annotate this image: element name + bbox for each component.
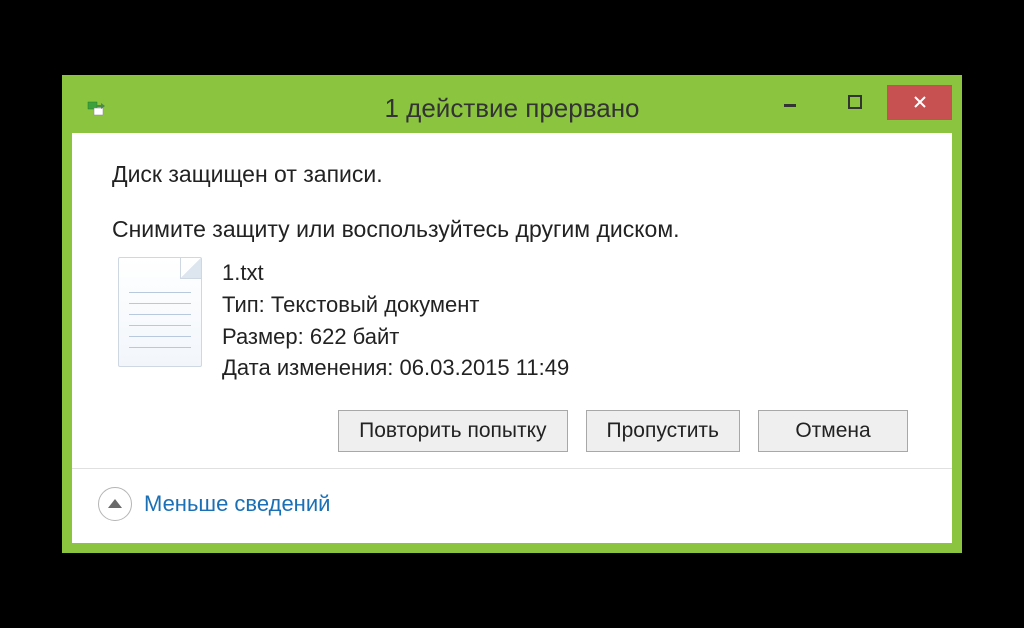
close-button[interactable] (887, 85, 952, 120)
less-details-link[interactable]: Меньше сведений (144, 491, 330, 517)
maximize-button[interactable] (822, 85, 887, 120)
primary-message: Диск защищен от записи. (112, 161, 912, 188)
text-file-icon (118, 257, 202, 367)
dialog-footer: Меньше сведений (72, 468, 952, 543)
button-row: Повторить попытку Пропустить Отмена (112, 410, 912, 452)
cancel-button[interactable]: Отмена (758, 410, 908, 452)
window-controls (757, 85, 952, 133)
file-size: Размер: 622 байт (222, 321, 569, 353)
file-metadata: 1.txt Тип: Текстовый документ Размер: 62… (222, 257, 569, 385)
titlebar: 1 действие прервано (72, 85, 952, 133)
file-info-row: 1.txt Тип: Текстовый документ Размер: 62… (118, 257, 912, 385)
retry-button[interactable]: Повторить попытку (338, 410, 567, 452)
file-name: 1.txt (222, 257, 569, 289)
file-modified: Дата изменения: 06.03.2015 11:49 (222, 352, 569, 384)
secondary-message: Снимите защиту или воспользуйтесь другим… (112, 216, 912, 243)
collapse-details-button[interactable] (98, 487, 132, 521)
minimize-button[interactable] (757, 85, 822, 120)
copy-operation-icon (86, 98, 108, 120)
dialog-window: 1 действие прервано Диск защищен от запи… (62, 75, 962, 554)
skip-button[interactable]: Пропустить (586, 410, 741, 452)
dialog-body: Диск защищен от записи. Снимите защиту и… (72, 133, 952, 469)
file-type: Тип: Текстовый документ (222, 289, 569, 321)
chevron-up-icon (108, 499, 122, 508)
